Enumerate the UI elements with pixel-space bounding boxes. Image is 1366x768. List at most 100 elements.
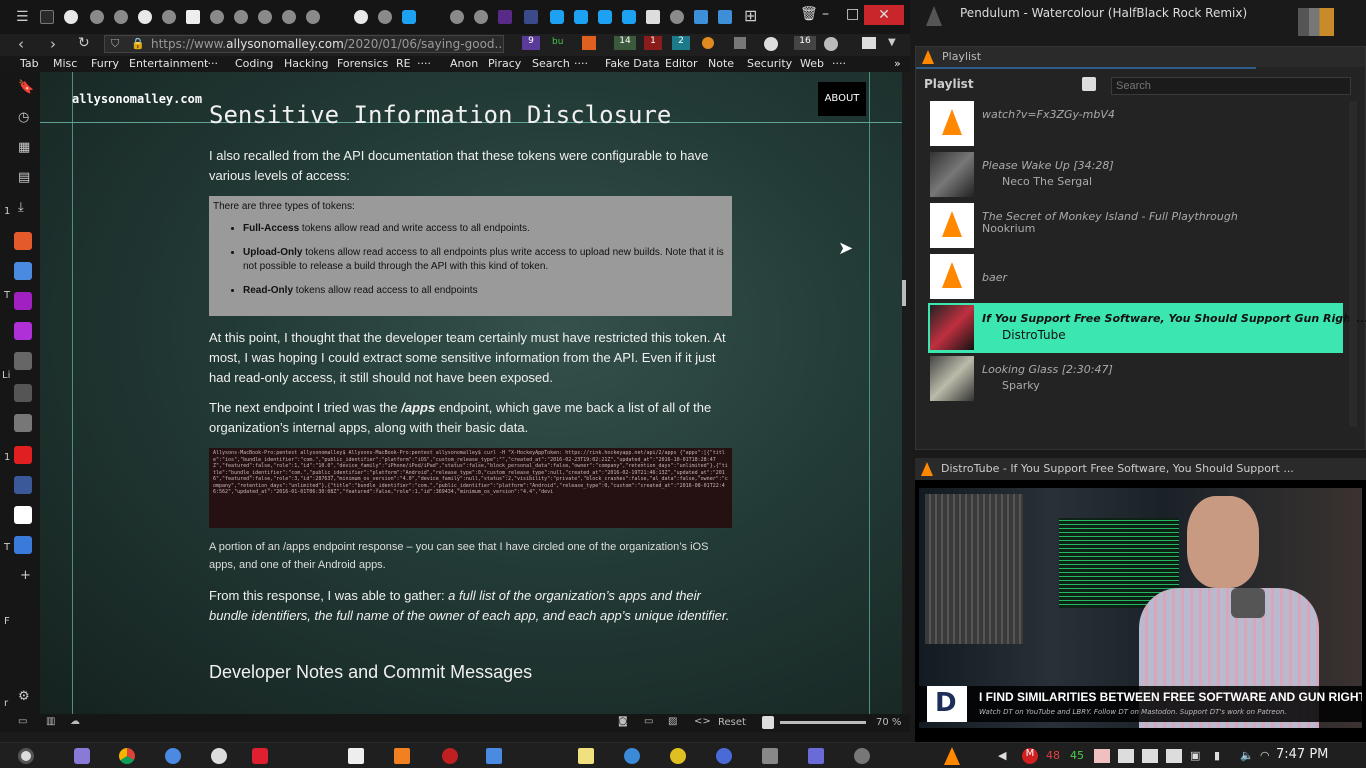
sublime-icon[interactable]: [394, 748, 410, 764]
zoom-reset-button[interactable]: Reset: [718, 717, 746, 728]
image-icon[interactable]: ▨: [668, 716, 677, 727]
add-panel-icon[interactable]: +: [20, 568, 31, 583]
twitter-tab-icon[interactable]: [622, 10, 636, 24]
bookmark-folder[interactable]: Entertainment: [129, 57, 208, 70]
extension-badge[interactable]: 9: [522, 36, 540, 50]
twitter-tab-icon[interactable]: [574, 10, 588, 24]
tab-icon[interactable]: [646, 10, 660, 24]
tab-icon[interactable]: [114, 10, 128, 24]
extension-icon[interactable]: [582, 36, 596, 50]
app-icon[interactable]: [442, 748, 458, 764]
chevron-left-icon[interactable]: ◀: [998, 749, 1006, 762]
site-logo[interactable]: allysonomalley.com: [72, 92, 202, 106]
overflow-menu-icon[interactable]: ▼: [888, 37, 896, 48]
window-icon[interactable]: ▭: [644, 716, 653, 727]
code-icon[interactable]: <>: [694, 716, 711, 727]
playlist-search-input[interactable]: [1111, 77, 1351, 95]
extension-icon[interactable]: [734, 37, 746, 49]
editor-icon[interactable]: [486, 748, 502, 764]
network-icon[interactable]: ▮: [1214, 749, 1220, 762]
playlist-scrollbar[interactable]: [1349, 101, 1357, 427]
vlc-taskbar-icon[interactable]: [944, 747, 960, 765]
chromium-icon[interactable]: [165, 748, 181, 764]
tab-icon[interactable]: [40, 10, 54, 24]
gmail-tab-icon[interactable]: [186, 10, 200, 24]
forward-icon[interactable]: ›: [50, 35, 56, 53]
tray-icon[interactable]: [1166, 749, 1182, 763]
extension-badge[interactable]: 16: [794, 36, 816, 50]
list-view-icon[interactable]: [1082, 77, 1096, 91]
wifi-icon[interactable]: ◠: [1260, 749, 1270, 762]
maximize-icon[interactable]: □: [846, 6, 859, 22]
tab-icon[interactable]: [378, 10, 392, 24]
tile-icon[interactable]: ▥: [46, 716, 55, 727]
scrollbar-thumb[interactable]: [902, 280, 906, 306]
bookmark-folder[interactable]: Search: [532, 57, 570, 70]
playlist-item[interactable]: Please Wake Up [34:28] Neco The Sergal: [928, 150, 1343, 200]
twitter-tab-icon[interactable]: [402, 10, 416, 24]
bookmark-folder[interactable]: Forensics: [337, 57, 388, 70]
cloud-icon[interactable]: ☁: [70, 716, 80, 727]
notes-icon[interactable]: ▤: [18, 170, 30, 185]
app-icon[interactable]: [762, 748, 778, 764]
tab-icon[interactable]: [306, 10, 320, 24]
close-icon[interactable]: ✕: [864, 5, 904, 25]
tab-icon[interactable]: [90, 10, 104, 24]
trash-icon[interactable]: 🗑: [800, 6, 818, 22]
playlist-item[interactable]: The Secret of Monkey Island - Full Playt…: [928, 201, 1343, 251]
tab-icon[interactable]: [694, 10, 708, 24]
tab-icon[interactable]: [258, 10, 272, 24]
panel-toggle-icon[interactable]: ▭: [18, 716, 27, 727]
playlist-item[interactable]: watch?v=Fx3ZGy-mbV4: [928, 99, 1343, 149]
playlist-item[interactable]: baer: [928, 252, 1343, 302]
volume-icon[interactable]: 🔈: [1240, 749, 1254, 762]
start-menu-icon[interactable]: [18, 748, 34, 764]
twitter-tab-icon[interactable]: [550, 10, 564, 24]
bookmark-folder[interactable]: Web: [800, 57, 824, 70]
tab-icon[interactable]: [670, 10, 684, 24]
active-tab-icon[interactable]: [524, 10, 538, 24]
app-icon[interactable]: [211, 748, 227, 764]
playlist-item-current[interactable]: If You Support Free Software, You Should…: [928, 303, 1366, 353]
app-icon[interactable]: [670, 748, 686, 764]
clock[interactable]: 7:47 PM: [1276, 747, 1328, 762]
history-icon[interactable]: ◷: [18, 110, 29, 125]
github-tab-icon[interactable]: [354, 10, 368, 24]
download-icon[interactable]: ⤓: [18, 200, 24, 215]
shield-icon[interactable]: ⛉: [111, 36, 119, 52]
minimize-icon[interactable]: –: [822, 6, 829, 22]
zoom-slider-track[interactable]: [780, 721, 866, 724]
bookmark-folder[interactable]: Furry: [91, 57, 119, 70]
web-panel-icon[interactable]: [14, 352, 32, 370]
mail-icon[interactable]: M: [1022, 748, 1038, 764]
tab-icon[interactable]: [234, 10, 248, 24]
notes-icon[interactable]: [578, 748, 594, 764]
extension-badge[interactable]: 14: [614, 36, 636, 50]
chevron-right-icon[interactable]: »: [894, 57, 901, 70]
bookmark-folder[interactable]: Misc: [53, 57, 77, 70]
app-icon[interactable]: [808, 748, 824, 764]
extension-icon[interactable]: [862, 37, 876, 49]
chrome-icon[interactable]: [119, 748, 135, 764]
tab-icon[interactable]: [282, 10, 296, 24]
tumblr-icon[interactable]: [14, 232, 32, 250]
app-icon[interactable]: [624, 748, 640, 764]
bookmark-folder[interactable]: Piracy: [488, 57, 521, 70]
settings-icon[interactable]: ⚙: [18, 689, 30, 704]
screenshot-icon[interactable]: ◙: [618, 716, 628, 727]
web-panel-icon[interactable]: [14, 536, 32, 554]
clipboard-icon[interactable]: ▣: [1190, 749, 1200, 762]
vivaldi-icon[interactable]: [14, 322, 32, 340]
video-frame[interactable]: D I FIND SIMILARITIES BETWEEN FREE SOFTW…: [919, 488, 1362, 728]
bookmark-folder[interactable]: RE: [396, 57, 411, 70]
bookmark-folder[interactable]: Security: [747, 57, 792, 70]
tab-icon[interactable]: [450, 10, 464, 24]
web-panel-icon[interactable]: [14, 384, 32, 402]
app-icon[interactable]: [348, 748, 364, 764]
extension-icon[interactable]: [824, 37, 838, 51]
playlist-item[interactable]: Looking Glass [2:30:47] Sparky: [928, 354, 1343, 404]
tray-icon[interactable]: [1142, 749, 1158, 763]
bookmark-folder[interactable]: Anon: [450, 57, 478, 70]
google-icon[interactable]: [14, 506, 32, 524]
new-tab-icon[interactable]: ⊞: [744, 6, 757, 25]
